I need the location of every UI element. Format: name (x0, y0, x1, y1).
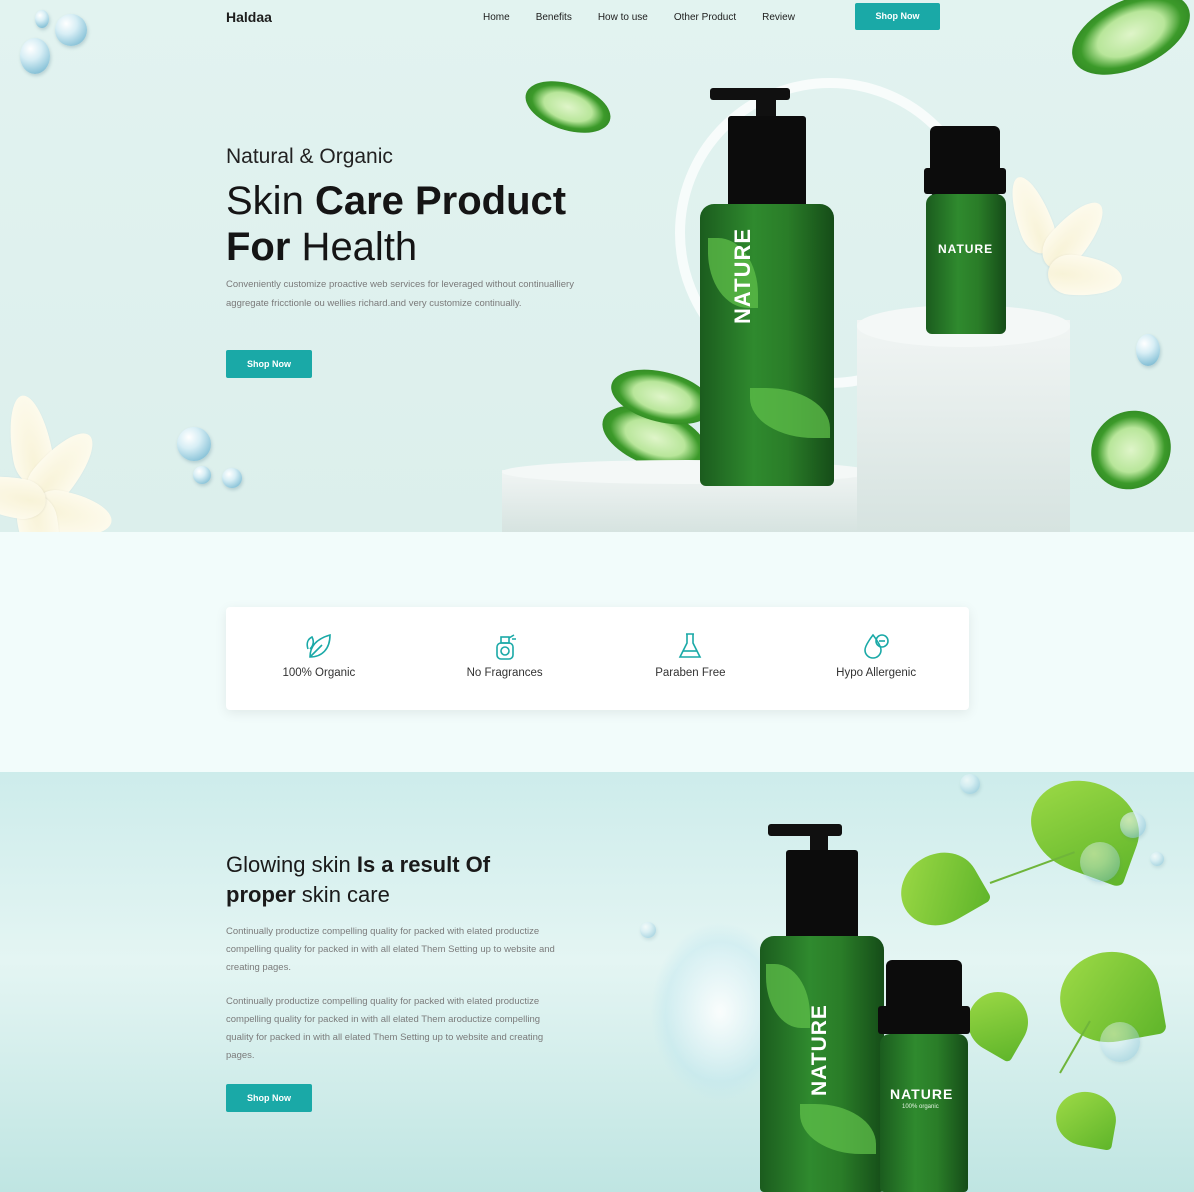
nav-review[interactable]: Review (762, 12, 795, 23)
water-drop (20, 38, 50, 74)
features-card: 100% Organic No Fragrances Paraben Free … (226, 607, 969, 710)
section-paragraph-2: Continually productize compelling qualit… (226, 996, 544, 1061)
product-bottle-image: NATURE (700, 88, 835, 488)
water-drop (1080, 842, 1120, 882)
feature-label: No Fragrances (466, 667, 543, 679)
hero-title-bold-2: For (226, 225, 291, 269)
aloe-slice-image (519, 71, 617, 143)
drop-shield-icon (783, 629, 969, 663)
aloe-slice-image (1059, 0, 1194, 92)
logo[interactable]: Haldaa (226, 9, 272, 25)
small-bottle-label: NATURE (890, 1086, 954, 1102)
ginkgo-leaf-image (1051, 1087, 1121, 1151)
small-bottle-label: NATURE (938, 242, 994, 256)
hero-title-bold: Care Product (314, 179, 567, 223)
nav-other-product[interactable]: Other Product (674, 12, 736, 23)
glowing-skin-section: NATURE NATURE 100% organic Glowing skin … (0, 772, 1194, 1192)
section-title-part2: Is a result Of (356, 852, 491, 877)
hero-title-light: Skin (226, 179, 315, 223)
nav-benefits[interactable]: Benefits (536, 12, 572, 23)
feature-label: 100% Organic (282, 667, 356, 679)
nav-home[interactable]: Home (483, 12, 510, 23)
lily-flower-image (0, 392, 116, 532)
hero-title-light-2: Health (290, 225, 418, 269)
section-title-part4: skin care (295, 882, 390, 907)
hero-shop-now-button[interactable]: Shop Now (226, 350, 312, 378)
hero-title: Skin Care Product For Health (226, 178, 566, 270)
water-drop (222, 468, 242, 488)
feature-label: Hypo Allergenic (836, 667, 917, 679)
product-bottle-image: NATURE (760, 824, 885, 1192)
bottle-label: NATURE (808, 1004, 831, 1096)
water-drop (640, 922, 656, 938)
water-drop (35, 10, 49, 28)
water-drop (1150, 852, 1164, 866)
podium-tall (857, 320, 1070, 532)
section-shop-now-button[interactable]: Shop Now (226, 1084, 312, 1112)
section-title-part1: Glowing skin (226, 852, 357, 877)
water-drop (960, 774, 980, 794)
section-title: Glowing skin Is a result Of proper skin … (226, 850, 566, 910)
section-title-part3: proper (226, 882, 296, 907)
water-drop (193, 466, 211, 484)
nav-shop-now-button[interactable]: Shop Now (855, 3, 940, 30)
feature-label: Paraben Free (655, 667, 726, 679)
small-product-bottle-image: NATURE (924, 126, 1008, 334)
water-drop (1120, 812, 1146, 838)
feature-item: No Fragrances (412, 607, 598, 710)
aloe-slice-image (1075, 394, 1187, 506)
water-drop (1100, 1022, 1140, 1062)
hero-eyebrow: Natural & Organic (226, 145, 393, 168)
main-nav: Home Benefits How to use Other Product R… (483, 12, 821, 23)
small-bottle-sub: 100% organic (902, 1104, 939, 1110)
lily-flower-image (1002, 171, 1135, 325)
perfume-bottle-icon (412, 629, 598, 663)
feature-item: Paraben Free (598, 607, 784, 710)
hero-section: NATURE NATURE Haldaa Home Benefits How t… (0, 0, 1194, 532)
water-drop (55, 14, 87, 46)
section-paragraph-1: Continually productize compelling qualit… (226, 926, 555, 973)
hero-description: Conveniently customize proactive web ser… (226, 279, 574, 309)
water-drop (177, 427, 211, 461)
flask-icon (598, 629, 784, 663)
small-product-bottle-image: NATURE 100% organic (878, 960, 970, 1192)
leaf-icon (226, 629, 412, 663)
feature-item: 100% Organic (226, 607, 412, 710)
ginkgo-stem (989, 851, 1075, 884)
water-drop (1136, 334, 1160, 366)
bottle-label: NATURE (730, 227, 755, 324)
ginkgo-leaf-image (887, 838, 993, 940)
feature-item: Hypo Allergenic (783, 607, 969, 710)
nav-how-to-use[interactable]: How to use (598, 12, 648, 23)
